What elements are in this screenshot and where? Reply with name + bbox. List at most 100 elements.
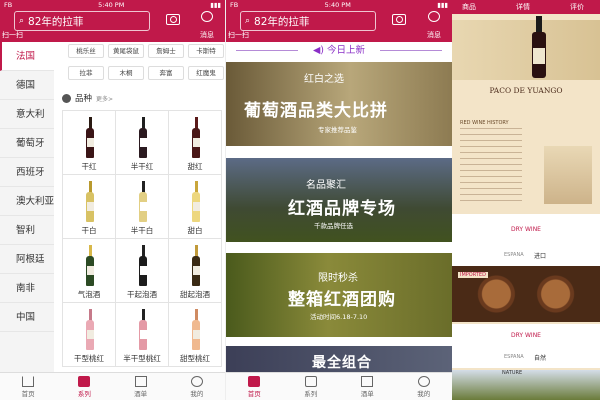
detail-header: 商品 详情 评价	[452, 0, 600, 14]
wine-type-item[interactable]: 干红	[63, 111, 116, 175]
country-item[interactable]: 意大利	[0, 100, 54, 129]
battery-icon: ▮▮▮	[437, 1, 448, 9]
tab-label: 我的	[190, 390, 204, 398]
tab-label: 酒单	[134, 390, 148, 398]
brand-tag[interactable]: 黄尾袋鼠	[108, 44, 144, 58]
product-photo	[452, 20, 600, 80]
tab-home[interactable]: 首页	[226, 373, 283, 400]
tab-series[interactable]: 系列	[56, 373, 112, 400]
info-band: DRY WINE ESPANA 进口	[452, 214, 600, 266]
clock: 5:40 PM	[98, 1, 125, 9]
wine-type-item[interactable]: 干型桃红	[63, 303, 116, 367]
tab-label: 系列	[304, 390, 318, 398]
scan-button[interactable]: 扫一扫	[2, 30, 23, 40]
sparkling-bottle-icon	[192, 245, 200, 286]
dry-wine-label: DRY WINE	[511, 332, 541, 339]
country-item[interactable]: 澳大利亚	[0, 187, 54, 216]
category-heading: 品种 更多>	[62, 92, 113, 104]
tab-winelist[interactable]: 酒单	[113, 373, 169, 400]
banner-caption: 活动时间6.18-7.10	[310, 313, 368, 321]
tab-label: 系列	[77, 390, 91, 398]
origin-label: ESPANA	[504, 354, 524, 360]
wine-type-item[interactable]: 气泡酒	[63, 239, 116, 303]
more-link[interactable]: 更多>	[96, 94, 113, 103]
banner-category-compare[interactable]: 红白之选 葡萄酒品类大比拼 专家推荐品鉴	[226, 62, 452, 146]
wine-type-item[interactable]: 甜型桃红	[169, 303, 222, 367]
wine-type-item[interactable]: 干起泡酒	[116, 239, 169, 303]
wine-type-item[interactable]: 半干型桃红	[116, 303, 169, 367]
wine-type-label: 气泡酒	[77, 290, 101, 299]
wine-type-label: 甜白	[187, 226, 203, 235]
speaker-icon: ◀)	[312, 45, 324, 56]
banner-subtitle: 限时秒杀	[318, 273, 358, 284]
message-icon	[428, 11, 440, 22]
message-button[interactable]: 消息	[424, 11, 444, 41]
country-item[interactable]: 南非	[0, 274, 54, 303]
message-button[interactable]: 消息	[197, 11, 217, 41]
search-input[interactable]: ⌕ 82年的拉菲	[14, 11, 150, 31]
search-input[interactable]: ⌕ 82年的拉菲	[240, 11, 376, 31]
country-item[interactable]: 西班牙	[0, 158, 54, 187]
camera-icon[interactable]	[392, 14, 406, 25]
wine-type-item[interactable]: 干白	[63, 175, 116, 239]
brand-tag[interactable]: 詹姆士	[148, 44, 184, 58]
wine-type-label: 干起泡酒	[127, 290, 157, 299]
brand-tag[interactable]: 奔富	[148, 66, 184, 80]
banner-subtitle: 红白之选	[304, 74, 344, 85]
tab-home[interactable]: 首页	[0, 373, 56, 400]
carrier: FB	[4, 1, 13, 9]
status-bar: FB 5:40 PM ▮▮▮	[226, 0, 452, 9]
dry-wine-label: DRY WINE	[511, 226, 541, 233]
today-title: 今日上新	[327, 45, 366, 56]
banner-brand-special[interactable]: 名品聚汇 红酒品牌专场 千款品牌任选	[226, 158, 452, 242]
white-bottle-icon	[86, 181, 94, 222]
category-title: 品种	[75, 94, 93, 104]
history-label: RED WINE HISTORY	[460, 120, 509, 126]
rose-bottle-icon	[86, 309, 94, 350]
list-icon	[134, 376, 147, 387]
country-item[interactable]: 中国	[0, 303, 54, 332]
wine-type-label: 干红	[81, 162, 97, 171]
sparkling-bottle-icon	[139, 245, 147, 286]
brand-tag[interactable]: 红魔鬼	[188, 66, 224, 80]
carrier: FB	[230, 1, 239, 9]
brand-tag[interactable]: 拉菲	[68, 66, 104, 80]
tab-winelist[interactable]: 酒单	[339, 373, 396, 400]
country-item[interactable]: 德国	[0, 71, 54, 100]
search-text: 82年的拉菲	[28, 15, 84, 28]
wine-type-grid: 干红 半干红 甜红 干白 半干白 甜白 气泡酒 干起泡酒 甜起泡酒 干型桃红 半…	[62, 110, 222, 367]
wine-type-item[interactable]: 半干白	[116, 175, 169, 239]
detail-tab-reviews[interactable]: 评价	[570, 2, 584, 12]
wine-type-item[interactable]: 甜白	[169, 175, 222, 239]
country-item[interactable]: 阿根廷	[0, 245, 54, 274]
country-item[interactable]: 法国	[0, 42, 54, 71]
tab-series[interactable]: 系列	[283, 373, 340, 400]
product-detail-screen: 商品 详情 评价 PACO DE YUANGO RED WINE HISTORY…	[452, 0, 600, 400]
banner-title: 红酒品牌专场	[288, 199, 396, 219]
country-list: 法国 德国 意大利 葡萄牙 西班牙 澳大利亚 智利 阿根廷 南非 中国	[0, 42, 54, 372]
scan-button[interactable]: 扫一扫	[228, 30, 249, 40]
wine-type-item[interactable]: 甜起泡酒	[169, 239, 222, 303]
banner-caption: 千款品牌任选	[314, 222, 353, 230]
banner-flash-sale[interactable]: 限时秒杀 整箱红酒团购 活动时间6.18-7.10	[226, 253, 452, 337]
country-item[interactable]: 葡萄牙	[0, 129, 54, 158]
wine-type-item[interactable]: 半干红	[116, 111, 169, 175]
tab-mine[interactable]: 我的	[169, 373, 225, 400]
detail-tab-goods[interactable]: 商品	[462, 2, 476, 12]
detail-tab-detail[interactable]: 详情	[516, 2, 530, 12]
brand-tag[interactable]: 桃乐丝	[68, 44, 104, 58]
red-bottle-icon	[192, 117, 200, 158]
list-icon	[361, 376, 374, 387]
brand-tag[interactable]: 木桐	[108, 66, 144, 80]
wine-type-label: 干白	[81, 226, 97, 235]
wine-type-label: 半干红	[130, 162, 154, 171]
tab-mine[interactable]: 我的	[396, 373, 453, 400]
banner-combo[interactable]: 最全组合	[226, 346, 452, 372]
brand-tag[interactable]: 卡斯特	[188, 44, 224, 58]
sparkling-bottle-icon	[86, 245, 94, 286]
wine-type-item[interactable]: 甜红	[169, 111, 222, 175]
country-item[interactable]: 智利	[0, 216, 54, 245]
info-band: DRY WINE ESPANA 自然	[452, 324, 600, 368]
camera-icon[interactable]	[166, 14, 180, 25]
top-header: FB 5:40 PM ▮▮▮ ⌕ 82年的拉菲 扫一扫 消息	[226, 0, 452, 42]
